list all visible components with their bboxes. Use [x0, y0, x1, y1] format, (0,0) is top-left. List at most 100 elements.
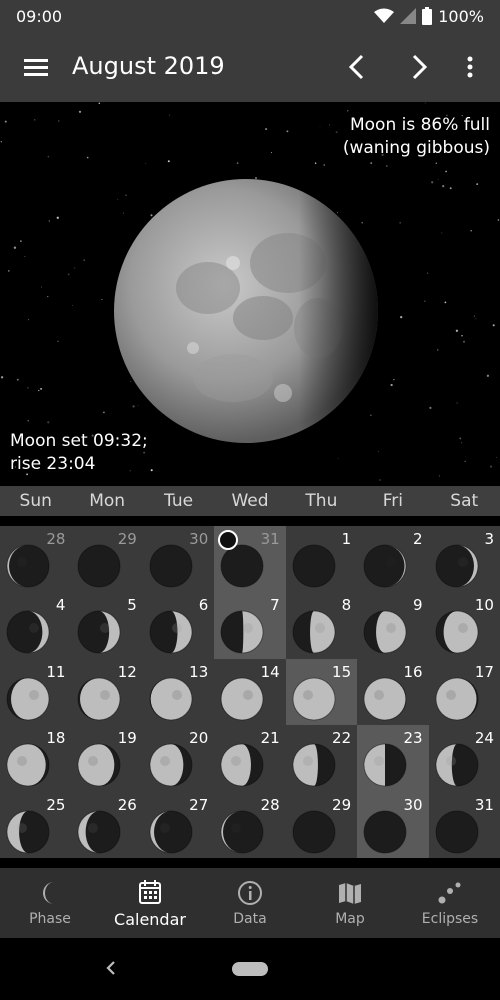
star — [492, 324, 495, 327]
illumination-percent: Moon is 86% full — [349, 115, 490, 135]
star — [74, 267, 76, 269]
moon-phase-icon — [292, 810, 336, 854]
star — [48, 220, 50, 222]
calendar-day[interactable]: 9 — [357, 592, 428, 658]
star — [98, 102, 101, 105]
rise-set-text: Moon set 09:32; rise 23:04 — [10, 430, 148, 476]
calendar-day[interactable]: 30 — [357, 791, 429, 858]
star — [476, 183, 479, 185]
nav-map[interactable]: Map — [300, 868, 400, 938]
moon-phase-icon — [363, 810, 407, 854]
chevron-left-icon[interactable] — [342, 52, 372, 82]
moon-phase-icon — [6, 610, 50, 654]
star — [145, 162, 147, 164]
calendar-day[interactable]: 24 — [429, 725, 500, 791]
menu-icon[interactable] — [20, 52, 52, 82]
calendar-day[interactable]: 30 — [143, 526, 214, 592]
calendar-day[interactable]: 28 — [214, 792, 285, 858]
moon-phase-icon — [6, 677, 50, 721]
calendar-day[interactable]: 25 — [0, 792, 71, 858]
star — [473, 315, 475, 317]
star — [370, 162, 373, 165]
star — [47, 296, 49, 298]
star — [72, 305, 73, 306]
calendar-day[interactable]: 14 — [214, 659, 285, 725]
more-vert-icon[interactable] — [458, 52, 482, 82]
star — [393, 378, 395, 381]
calendar-day[interactable]: 23 — [357, 725, 429, 792]
star — [460, 442, 463, 444]
moon-set-time: Moon set 09:32; — [10, 431, 148, 451]
calendar-day[interactable]: 5 — [71, 592, 142, 658]
moon-rise-time: rise 23:04 — [10, 454, 96, 474]
calendar-day[interactable]: 13 — [143, 659, 214, 725]
calendar-day[interactable]: 17 — [429, 659, 500, 725]
star — [379, 479, 381, 481]
calendar-day[interactable]: 10 — [429, 592, 500, 658]
nav-calendar[interactable]: Calendar — [100, 868, 200, 938]
star — [101, 299, 103, 301]
star — [47, 155, 50, 158]
star — [103, 411, 105, 414]
calendar-day[interactable]: 4 — [0, 592, 71, 658]
chevron-right-icon[interactable] — [404, 52, 434, 82]
star — [337, 458, 339, 459]
calendar-day[interactable]: 3 — [429, 526, 500, 592]
day-number: 6 — [198, 596, 209, 615]
calendar-day[interactable]: 31 — [214, 526, 286, 593]
star — [496, 456, 497, 458]
weekday-sun: Sun — [19, 491, 52, 511]
star — [319, 126, 321, 127]
nav-phase[interactable]: Phase — [0, 868, 100, 938]
star — [445, 170, 447, 173]
calendar-day[interactable]: 18 — [0, 725, 71, 791]
weekday-sat: Sat — [450, 491, 479, 511]
star — [475, 318, 477, 320]
day-number: 2 — [413, 530, 423, 548]
calendar-day[interactable]: 29 — [286, 792, 357, 858]
calendar-day[interactable]: 8 — [286, 592, 357, 658]
star — [385, 165, 388, 167]
star — [265, 128, 268, 131]
calendar-day[interactable]: 22 — [286, 725, 357, 791]
calendar-day[interactable]: 11 — [0, 659, 71, 725]
status-time: 09:00 — [16, 6, 63, 26]
calendar-day[interactable]: 7 — [214, 592, 286, 659]
moon-phase-icon — [363, 610, 407, 654]
calendar-day[interactable]: 1 — [286, 526, 357, 592]
calendar-day[interactable]: 21 — [214, 725, 285, 791]
back-icon[interactable] — [100, 956, 120, 980]
calendar-day[interactable]: 28 — [0, 526, 71, 592]
calendar-day[interactable]: 2 — [357, 526, 428, 592]
calendar-day[interactable]: 16 — [357, 659, 428, 725]
calendar-day[interactable]: 12 — [71, 659, 142, 725]
day-number: 8 — [341, 596, 352, 615]
moon-phase-icon — [77, 677, 121, 721]
home-pill[interactable] — [232, 962, 268, 976]
signal-icon — [400, 8, 417, 24]
calendar-day[interactable]: 19 — [71, 725, 142, 791]
star — [463, 340, 465, 343]
page-title: August 2019 — [72, 52, 225, 80]
calendar-day[interactable]: 31 — [429, 792, 500, 858]
calendar-day[interactable]: 20 — [143, 725, 214, 791]
moon-phase-icon — [77, 743, 121, 787]
calendar-day[interactable]: 27 — [143, 792, 214, 858]
star — [455, 329, 459, 332]
star — [449, 187, 452, 190]
calendar-day[interactable]: 29 — [71, 526, 142, 592]
moon-image — [114, 179, 378, 443]
nav-data[interactable]: Data — [200, 868, 300, 938]
moon-phase-icon — [149, 544, 193, 588]
star — [34, 119, 36, 121]
moon-phase-icon — [6, 810, 50, 854]
star — [57, 340, 59, 342]
moon-phase-icon — [363, 677, 407, 721]
moon-phase-icon — [292, 677, 336, 721]
status-bar: 09:00 100% — [0, 0, 500, 32]
calendar-day[interactable]: 26 — [71, 792, 142, 858]
calendar-day[interactable]: 15 — [285, 658, 358, 726]
calendar-day[interactable]: 6 — [143, 592, 214, 658]
star — [7, 270, 10, 272]
nav-eclipses[interactable]: Eclipses — [400, 868, 500, 938]
